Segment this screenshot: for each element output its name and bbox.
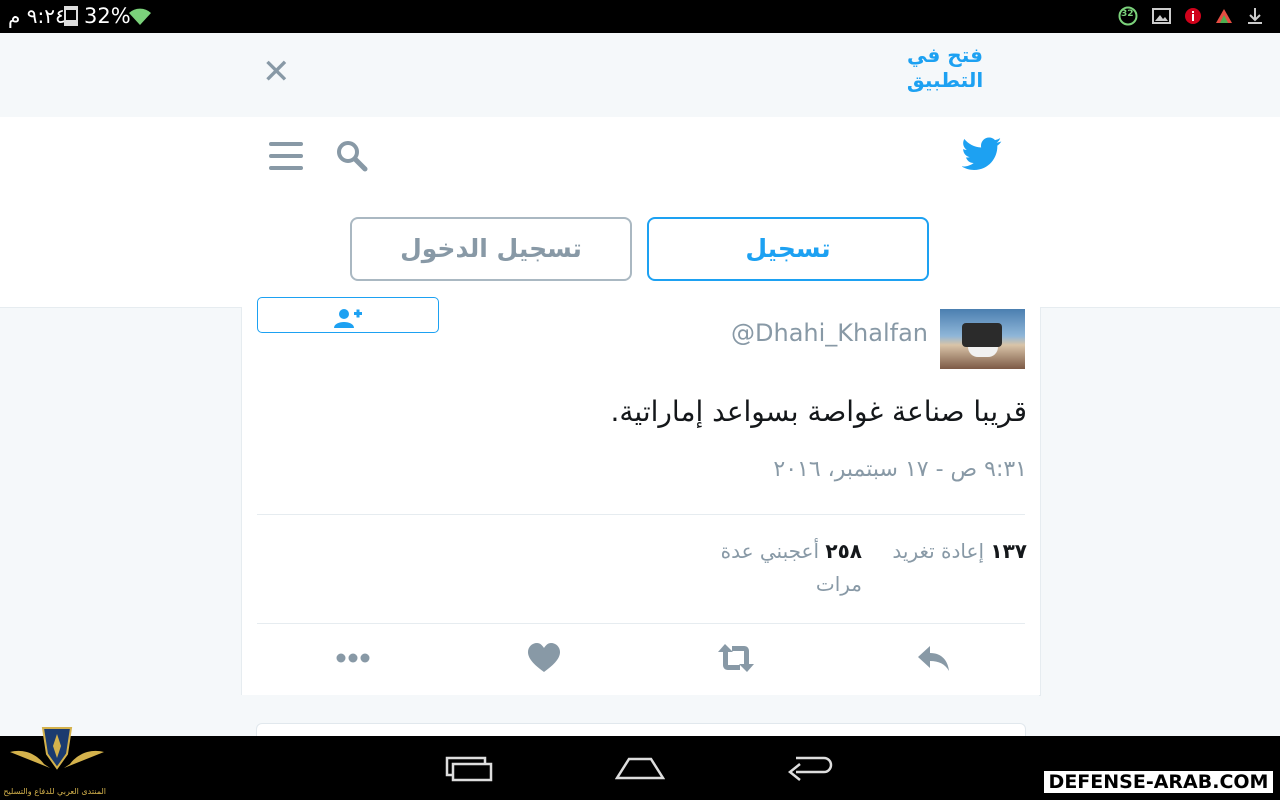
user-handle[interactable]: @Dhahi_Khalfan [731, 319, 928, 347]
login-button[interactable]: تسجيل الدخول [350, 217, 632, 281]
tweet-timestamp[interactable]: ٩:٣١ ص - ١٧ سبتمبر، ٢٠١٦ [773, 457, 1027, 482]
retweet-count-number: ١٣٧ [990, 539, 1027, 563]
image-icon [1152, 8, 1171, 24]
reply-icon[interactable] [914, 640, 954, 676]
notification-badge: 32 [1121, 9, 1134, 19]
tweet-card: @Dhahi_Khalfan قريبا صناعة غواصة بسواعد … [241, 297, 1041, 696]
home-icon[interactable] [615, 756, 665, 782]
twitter-bird-icon[interactable] [962, 137, 1002, 171]
watermark-logo: المنتدى العربي للدفاع والتسليح [3, 724, 106, 798]
menu-icon[interactable] [269, 140, 303, 172]
back-icon[interactable] [786, 756, 834, 782]
wifi-icon [129, 8, 151, 25]
status-time: ٩:٢٤ م [8, 4, 66, 28]
battery-icon [64, 6, 78, 26]
add-user-icon [334, 309, 362, 328]
signup-button[interactable]: تسجيل [647, 217, 929, 281]
download-icon [1248, 8, 1262, 24]
retweet-icon[interactable] [716, 640, 756, 676]
shield-logo-icon [10, 727, 104, 770]
retweet-count[interactable]: ١٣٧ إعادة تغريد [867, 535, 1027, 568]
close-icon[interactable]: ✕ [262, 55, 291, 89]
more-icon[interactable] [333, 640, 373, 676]
search-icon[interactable] [336, 140, 368, 172]
divider [257, 514, 1025, 515]
site-header: تسجيل تسجيل الدخول [0, 117, 1280, 308]
like-count-number: ٢٥٨ [825, 539, 862, 563]
tweet-text: قريبا صناعة غواصة بسواعد إماراتية. [610, 395, 1027, 428]
watermark-forum-name: المنتدى العربي للدفاع والتسليح [3, 787, 106, 796]
watermark-site: DEFENSE-ARAB.COM [1042, 769, 1275, 795]
open-in-app-bar: ✕ فتح في التطبيق [0, 33, 1280, 117]
store-icon [1216, 9, 1232, 23]
sync-badge-icon: 32 [1118, 6, 1138, 26]
like-icon[interactable] [524, 640, 564, 676]
follow-button[interactable] [257, 297, 439, 333]
avatar[interactable] [940, 309, 1025, 369]
battery-percent: 32% [84, 4, 131, 28]
recent-apps-icon[interactable] [445, 756, 493, 782]
status-bar: ٩:٢٤ م 32% 32 [0, 0, 1280, 33]
divider [257, 623, 1025, 624]
like-count[interactable]: ٢٥٨ أعجبني عدة مرات [702, 535, 862, 601]
retweet-count-label: إعادة تغريد [892, 539, 985, 563]
next-tweet-card [241, 695, 1039, 755]
open-in-app-link[interactable]: فتح في التطبيق [900, 43, 990, 93]
info-red-icon [1185, 8, 1201, 24]
